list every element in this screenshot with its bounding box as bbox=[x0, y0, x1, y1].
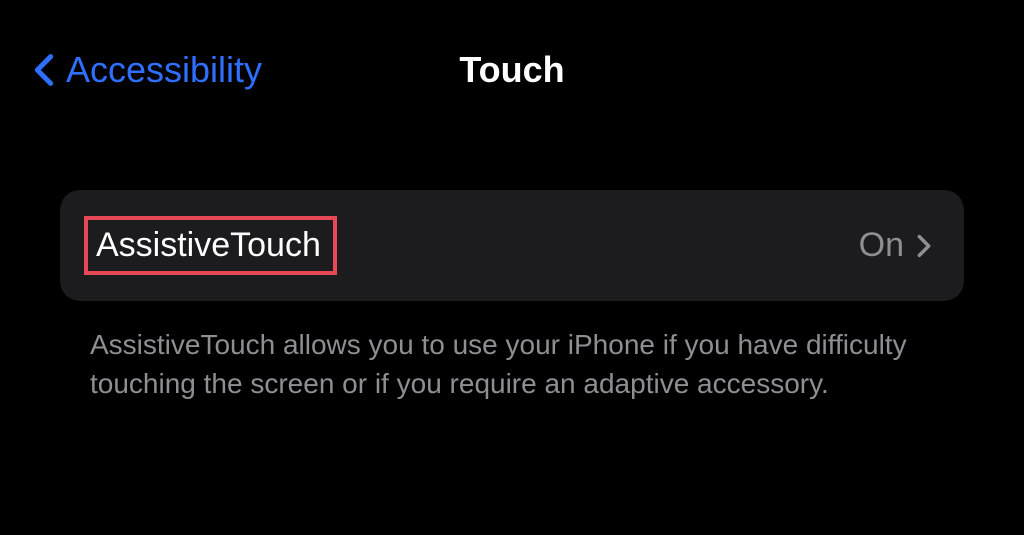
row-label: AssistiveTouch bbox=[96, 226, 321, 264]
back-button[interactable]: Accessibility bbox=[30, 49, 262, 91]
settings-section: AssistiveTouch On bbox=[60, 190, 964, 301]
section-footer-text: AssistiveTouch allows you to use your iP… bbox=[90, 325, 930, 403]
chevron-right-icon bbox=[916, 233, 932, 259]
row-value: On bbox=[859, 226, 904, 265]
highlight-box: AssistiveTouch bbox=[84, 216, 337, 275]
page-title: Touch bbox=[459, 49, 564, 91]
back-label: Accessibility bbox=[66, 49, 262, 91]
row-trailing: On bbox=[859, 226, 932, 265]
chevron-left-icon bbox=[30, 50, 58, 90]
assistivetouch-row[interactable]: AssistiveTouch On bbox=[60, 190, 964, 301]
nav-header: Accessibility Touch bbox=[0, 0, 1024, 100]
